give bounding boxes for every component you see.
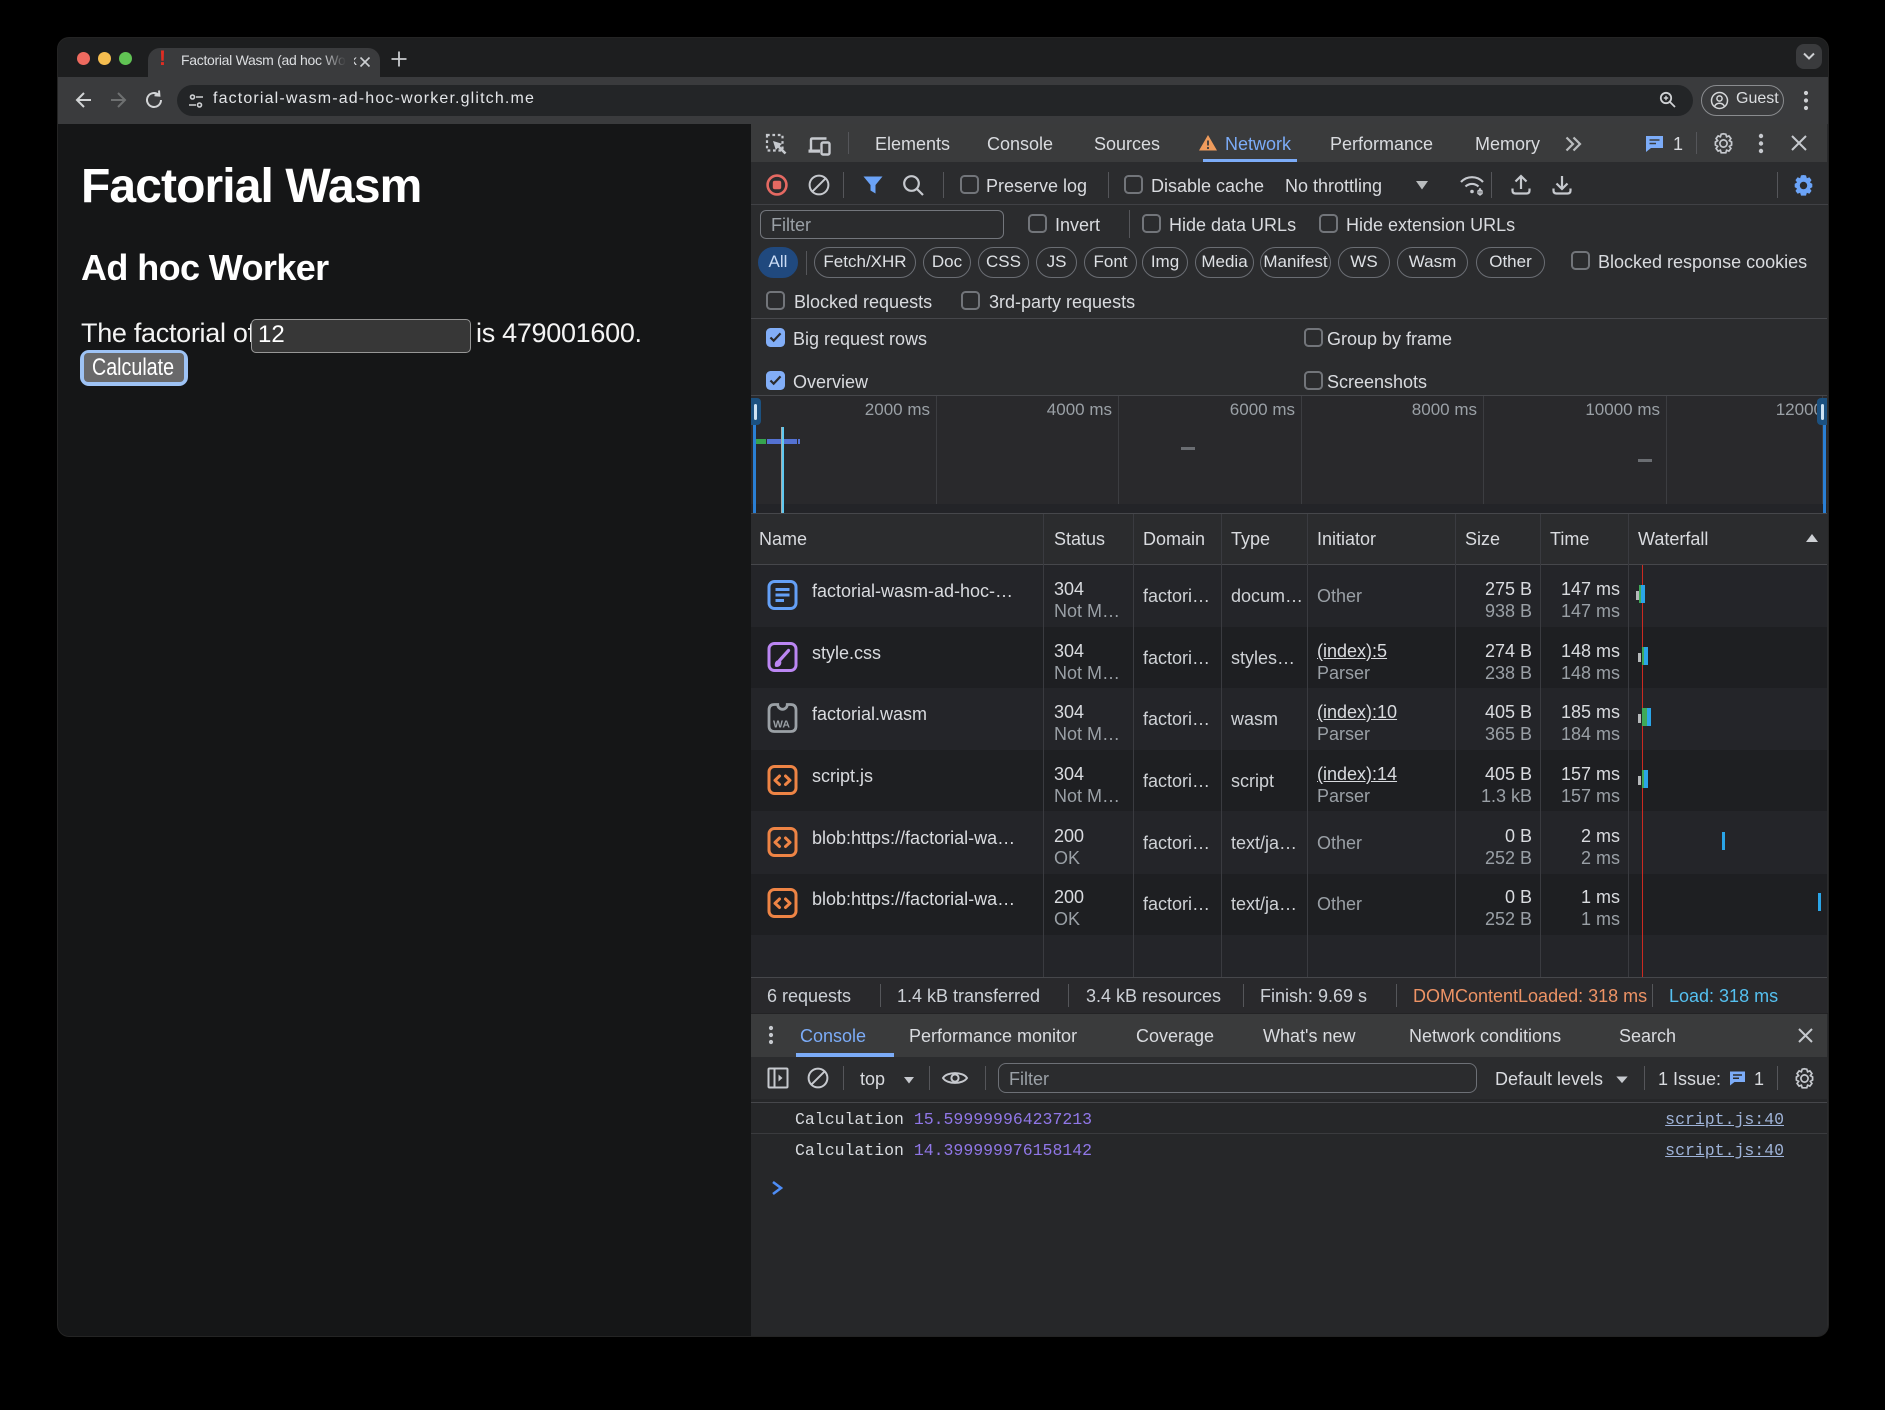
- svg-text:WA: WA: [773, 719, 790, 731]
